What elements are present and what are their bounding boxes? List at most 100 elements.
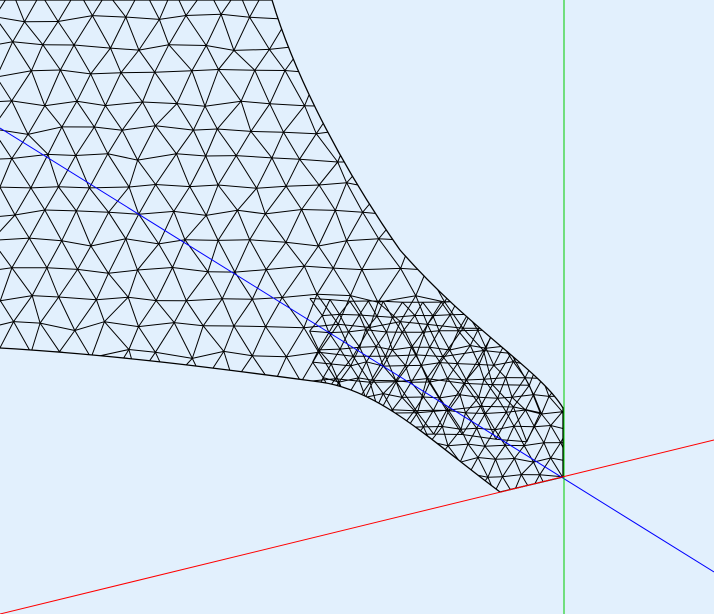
mesh-edge <box>569 444 581 462</box>
mesh-edge <box>218 405 239 434</box>
mesh-edge <box>449 130 461 161</box>
mesh-edge <box>365 509 376 523</box>
mesh-edge <box>416 188 447 191</box>
mesh-edge <box>91 0 108 16</box>
mesh-edge <box>624 380 636 394</box>
mesh-edge <box>624 394 634 411</box>
mesh-edge <box>46 267 78 270</box>
mesh-edge <box>13 295 33 322</box>
mesh-edge <box>173 211 186 240</box>
mesh-edge <box>512 293 547 298</box>
mesh-edge <box>550 365 563 380</box>
mesh-edge <box>397 189 418 216</box>
mesh-edge <box>432 15 446 48</box>
mesh-edge <box>368 494 377 509</box>
mesh-edge <box>450 126 476 132</box>
mesh-edge <box>0 352 10 380</box>
mesh-edge <box>256 185 287 189</box>
mesh-edge <box>320 507 332 526</box>
mesh-edge <box>567 524 589 525</box>
mesh-edge <box>104 105 123 131</box>
mesh-edge <box>387 522 402 523</box>
mesh-edge <box>76 101 95 128</box>
mesh-edge <box>75 126 95 156</box>
mesh-edge <box>560 442 563 462</box>
mesh-edge <box>8 411 33 437</box>
mesh-edge <box>459 159 479 183</box>
mesh-edge <box>412 77 436 103</box>
mesh-edge <box>377 429 388 444</box>
mesh-edge <box>588 426 606 429</box>
mesh-edge <box>175 153 191 187</box>
mesh-edge <box>256 188 266 215</box>
mesh-edge <box>153 410 171 436</box>
mesh-edge <box>316 267 334 295</box>
mesh-edge <box>0 237 30 241</box>
mesh-edge <box>467 313 487 316</box>
mesh-edge <box>106 0 127 18</box>
mesh-edge <box>604 490 617 507</box>
mesh-edge <box>172 267 187 301</box>
mesh-edge <box>299 133 317 160</box>
mesh-edge <box>285 241 319 247</box>
mesh-edge <box>480 0 496 15</box>
mesh-edge <box>138 410 154 435</box>
mesh-edge <box>605 522 626 525</box>
mesh-edge <box>477 457 496 460</box>
mesh-edge <box>541 365 552 379</box>
mesh-edge <box>11 100 29 135</box>
mesh-edge <box>452 506 459 523</box>
mesh-edge <box>382 75 414 79</box>
mesh-edge <box>349 17 382 22</box>
mesh-edge <box>423 491 430 492</box>
mesh-edge <box>449 100 465 131</box>
mesh-edge <box>272 385 288 415</box>
mesh-edge <box>191 45 207 71</box>
mesh-edge <box>508 0 529 21</box>
mesh-edge <box>318 332 330 351</box>
mesh-edge <box>400 129 414 158</box>
mesh-edge <box>382 442 393 459</box>
mesh-edge <box>568 430 581 444</box>
mesh-edge <box>240 70 256 102</box>
mesh-edge <box>125 238 159 245</box>
mesh-edge <box>39 322 60 352</box>
mesh-edge <box>464 100 498 105</box>
mesh-edge <box>413 74 449 79</box>
mesh-edge <box>524 21 548 43</box>
mesh-edge <box>153 410 194 415</box>
mesh-edge <box>523 345 542 350</box>
mesh-edge <box>503 345 524 350</box>
mesh-edge <box>31 411 45 442</box>
mesh-edge <box>13 321 41 324</box>
mesh-edge <box>256 407 288 415</box>
scene-canvas[interactable] <box>0 0 714 614</box>
mesh-edge <box>479 364 494 366</box>
mesh-edge <box>401 493 414 506</box>
mesh-edge <box>137 243 160 271</box>
3d-viewport[interactable] <box>0 0 714 614</box>
mesh-edge <box>41 381 61 414</box>
mesh-edge <box>570 301 577 314</box>
mesh-edge <box>268 49 286 71</box>
mesh-edge <box>234 239 251 273</box>
mesh-edge <box>155 351 193 359</box>
mesh-edge <box>495 327 532 330</box>
mesh-edge <box>577 301 590 313</box>
mesh-edge <box>107 238 127 274</box>
mesh-edge <box>88 153 109 189</box>
mesh-edge <box>233 16 251 51</box>
mesh-edge <box>329 299 350 302</box>
mesh-edge <box>365 329 377 347</box>
mesh-edge <box>271 157 287 187</box>
mesh-edge <box>40 0 59 22</box>
mesh-edge <box>189 155 207 187</box>
mesh-edge <box>435 100 465 103</box>
mesh-edge <box>484 445 496 460</box>
mesh-edge <box>531 329 543 352</box>
mesh-edge <box>476 48 494 73</box>
mesh-edge <box>459 159 497 163</box>
mesh-edge <box>439 378 448 399</box>
mesh-edge <box>400 268 417 296</box>
mesh-edge <box>524 317 540 319</box>
